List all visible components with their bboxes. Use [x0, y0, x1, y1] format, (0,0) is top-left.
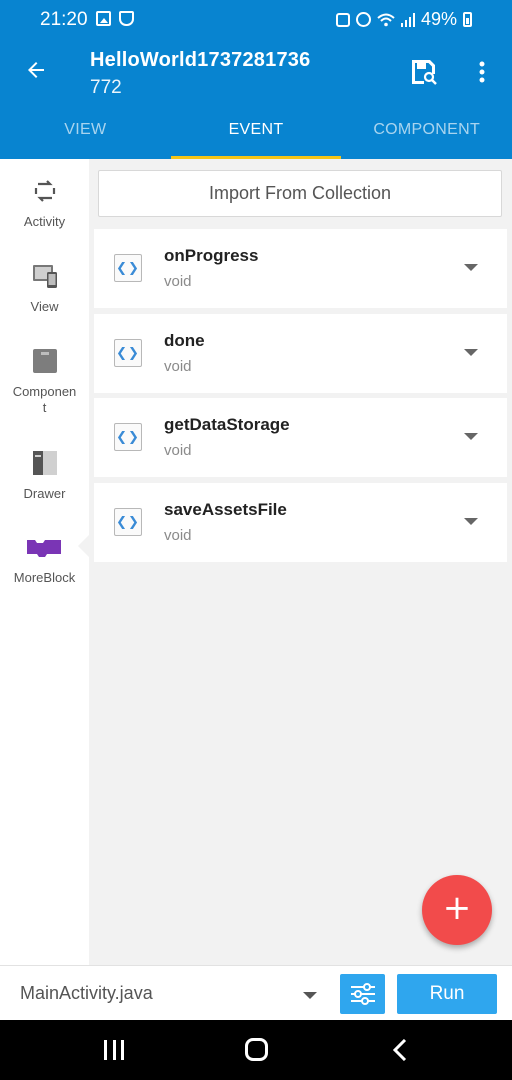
sidebar-item-label: View — [30, 299, 59, 314]
chevron-down-icon[interactable] — [464, 349, 478, 356]
event-type: void — [164, 442, 192, 459]
add-event-fab[interactable]: + — [422, 875, 492, 945]
battery-percent: 49% — [420, 9, 457, 29]
tune-icon — [350, 983, 375, 1005]
event-list-panel: Import From Collection ❮❯ onProgress voi… — [89, 159, 512, 965]
tab-component[interactable]: COMPONENT — [341, 110, 512, 159]
more-options-button[interactable] — [466, 52, 498, 92]
tab-event[interactable]: EVENT — [170, 110, 342, 159]
event-item-saveassetsfile[interactable]: ❮❯ saveAssetsFile void — [94, 483, 507, 562]
battery-saver-icon — [335, 12, 350, 27]
page-subtitle: 772 — [90, 77, 122, 98]
event-type: void — [164, 358, 192, 375]
battery-icon — [463, 12, 472, 27]
bottom-bar: MainActivity.java Run — [0, 965, 512, 1020]
sidebar-item-drawer[interactable]: Drawer — [0, 449, 89, 502]
status-time: 21:20 — [40, 9, 88, 30]
wifi-icon — [377, 13, 395, 26]
tab-view[interactable]: VIEW — [0, 110, 171, 159]
event-type: void — [164, 527, 192, 544]
save-button[interactable] — [404, 52, 444, 92]
chevron-down-icon[interactable] — [464, 433, 478, 440]
moreblock-icon — [26, 533, 61, 561]
chevron-down-icon[interactable] — [464, 264, 478, 271]
code-brackets-icon: ❮❯ — [114, 508, 142, 536]
event-type: void — [164, 273, 192, 290]
drawer-icon — [31, 449, 59, 477]
save-search-icon — [412, 60, 437, 85]
file-selector[interactable]: MainActivity.java — [20, 983, 153, 1004]
signal-icon — [400, 12, 415, 27]
sidebar-item-view[interactable]: View — [0, 262, 89, 315]
shield-notification-icon — [119, 11, 134, 26]
tab-bar: VIEW EVENT COMPONENT — [0, 110, 512, 159]
arrow-left-icon — [28, 62, 44, 78]
alarm-icon — [355, 12, 371, 27]
sidebar-item-label: Componen t — [12, 384, 77, 415]
chevron-down-icon[interactable] — [464, 518, 478, 525]
component-box-icon — [31, 347, 59, 375]
sidebar-item-label: MoreBlock — [13, 570, 76, 585]
sidebar: Activity View Componen t Drawer MoreBloc… — [0, 159, 89, 965]
run-button[interactable]: Run — [397, 974, 497, 1014]
import-from-collection-button[interactable]: Import From Collection — [98, 170, 502, 217]
sidebar-item-activity[interactable]: Activity — [0, 177, 89, 230]
app-bar: HelloWorld1737281736 772 — [0, 40, 512, 110]
refresh-icon — [31, 177, 59, 205]
page-title: HelloWorld1737281736 — [90, 49, 311, 71]
sidebar-item-label: Drawer — [23, 486, 66, 501]
system-nav-bar — [0, 1020, 512, 1080]
event-name: done — [164, 331, 205, 350]
build-settings-button[interactable] — [340, 974, 385, 1014]
code-brackets-icon: ❮❯ — [114, 423, 142, 451]
back-nav-icon[interactable] — [393, 1039, 407, 1061]
devices-icon — [31, 262, 59, 290]
more-vert-icon — [479, 61, 485, 83]
code-brackets-icon: ❮❯ — [114, 254, 142, 282]
chevron-down-icon[interactable] — [303, 992, 317, 999]
code-brackets-icon: ❮❯ — [114, 339, 142, 367]
event-item-onprogress[interactable]: ❮❯ onProgress void — [94, 229, 507, 308]
recents-icon[interactable] — [104, 1040, 124, 1060]
selection-pointer — [78, 535, 89, 557]
event-name: onProgress — [164, 246, 259, 265]
event-name: saveAssetsFile — [164, 500, 287, 519]
back-button[interactable] — [18, 52, 54, 88]
event-name: getDataStorage — [164, 415, 290, 434]
status-bar: 21:20 49% — [0, 0, 512, 40]
gallery-notification-icon — [96, 11, 111, 26]
event-item-getdatastorage[interactable]: ❮❯ getDataStorage void — [94, 398, 507, 477]
sidebar-item-label: Activity — [23, 214, 66, 229]
sidebar-item-moreblock[interactable]: MoreBlock — [0, 533, 89, 586]
sidebar-item-component[interactable]: Componen t — [0, 347, 89, 416]
home-icon[interactable] — [245, 1038, 268, 1061]
event-item-done[interactable]: ❮❯ done void — [94, 314, 507, 393]
